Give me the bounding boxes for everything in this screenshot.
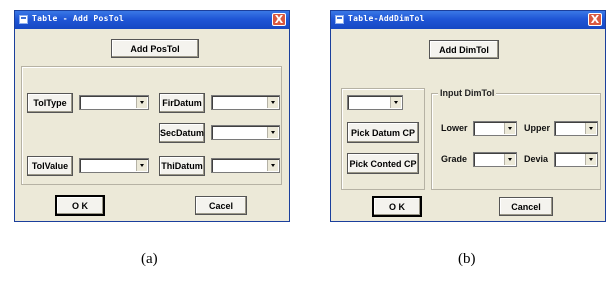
close-button[interactable]: X (588, 13, 602, 26)
chevron-down-icon[interactable] (504, 123, 515, 134)
window-title: Table - Add PosTol (32, 14, 125, 23)
lower-combo[interactable] (473, 121, 517, 136)
caption-a: (a) (141, 251, 158, 267)
title-bar[interactable]: Table - Add PosTol X (15, 11, 289, 29)
lower-label: Lower (441, 123, 468, 133)
cancel-button[interactable]: Cancel (499, 197, 553, 216)
grade-combo[interactable] (473, 152, 517, 167)
chevron-down-icon[interactable] (267, 160, 278, 171)
upper-label: Upper (524, 123, 551, 133)
add-postol-window: Table - Add PosTol X Add PosTol TolType … (14, 10, 290, 222)
tolvalue-button[interactable]: TolValue (27, 156, 73, 176)
chevron-down-icon[interactable] (136, 160, 147, 171)
pick-conted-cp-button[interactable]: Pick Conted CP (347, 153, 419, 174)
input-dimtol-label: Input DimTol (438, 88, 497, 98)
app-icon (19, 15, 28, 24)
app-icon (335, 15, 344, 24)
thidatum-combo[interactable] (211, 158, 280, 173)
firdatum-button[interactable]: FirDatum (159, 93, 205, 113)
toltype-button[interactable]: TolType (27, 93, 73, 113)
chevron-down-icon[interactable] (585, 123, 596, 134)
chevron-down-icon[interactable] (504, 154, 515, 165)
chevron-down-icon[interactable] (390, 97, 401, 108)
add-postol-button[interactable]: Add PosTol (111, 39, 199, 58)
chevron-down-icon[interactable] (267, 127, 278, 138)
ok-button[interactable]: O K (55, 195, 105, 216)
devia-combo[interactable] (554, 152, 598, 167)
upper-combo[interactable] (554, 121, 598, 136)
datum-select-combo[interactable] (347, 95, 403, 110)
add-dimtol-window: Table-AddDimTol X Add DimTol Pick Datum … (330, 10, 606, 222)
tolvalue-combo[interactable] (79, 158, 149, 173)
devia-label: Devia (524, 154, 549, 164)
secdatum-button[interactable]: SecDatum (159, 123, 205, 143)
chevron-down-icon[interactable] (267, 97, 278, 108)
toltype-combo[interactable] (79, 95, 149, 110)
firdatum-combo[interactable] (211, 95, 280, 110)
title-bar[interactable]: Table-AddDimTol X (331, 11, 605, 29)
cancel-button[interactable]: Cacel (195, 196, 247, 215)
chevron-down-icon[interactable] (136, 97, 147, 108)
thidatum-button[interactable]: ThiDatum (159, 156, 205, 176)
input-dimtol-group: Input DimTol (431, 88, 601, 190)
caption-b: (b) (458, 251, 476, 267)
chevron-down-icon[interactable] (585, 154, 596, 165)
window-title: Table-AddDimTol (348, 14, 425, 23)
ok-button[interactable]: O K (372, 196, 422, 217)
pick-datum-cp-button[interactable]: Pick Datum CP (347, 122, 419, 143)
secdatum-combo[interactable] (211, 125, 280, 140)
add-dimtol-button[interactable]: Add DimTol (429, 40, 499, 59)
close-button[interactable]: X (272, 13, 286, 26)
grade-label: Grade (441, 154, 468, 164)
